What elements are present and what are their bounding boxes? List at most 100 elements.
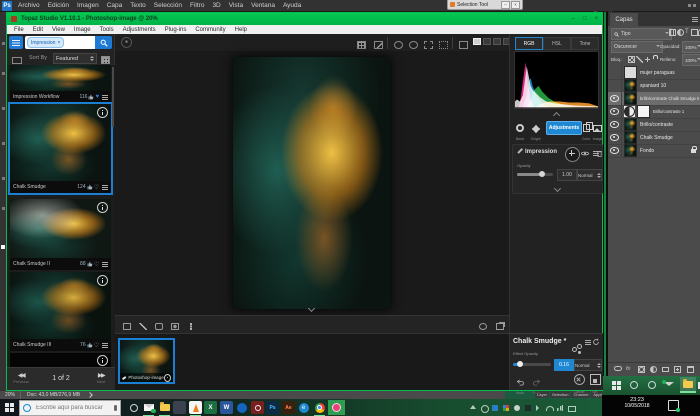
taskbar-search[interactable]	[19, 400, 121, 416]
filter-type-text-icon[interactable]: T	[685, 29, 689, 35]
menu-imagen[interactable]: Imagen	[77, 2, 99, 9]
chevron-down-icon[interactable]	[554, 185, 561, 192]
visibility-toggle[interactable]	[608, 118, 622, 131]
fx-icon[interactable]: fx	[626, 366, 630, 372]
favorite-heart-icon[interactable]: ♡	[94, 184, 99, 191]
opacity-slider[interactable]	[517, 173, 553, 176]
preset-menu-icon[interactable]	[102, 185, 108, 190]
add-mask-icon[interactable]	[638, 366, 645, 373]
layer-thumbnail[interactable]	[624, 118, 637, 131]
split-view-icon[interactable]	[493, 38, 501, 45]
tray-app-icon[interactable]	[492, 405, 498, 411]
menu-ventana[interactable]: Ventana	[251, 2, 275, 9]
menu-image[interactable]: Image	[74, 27, 91, 33]
adjustment-layer-icon[interactable]	[624, 106, 635, 117]
slider-thumb[interactable]	[539, 171, 545, 177]
menu-vista[interactable]: Vista	[229, 2, 243, 9]
blend-mode-select[interactable]: Oscurecer	[611, 41, 663, 53]
excel-button[interactable]: X	[204, 401, 217, 414]
menu-icon[interactable]	[585, 340, 591, 345]
redo-button[interactable]: Redo	[529, 373, 543, 395]
effect-blend-select[interactable]: Normal	[574, 359, 602, 371]
minimize-icon[interactable]: –	[572, 16, 575, 22]
photoshop-button[interactable]: Ps	[266, 401, 279, 414]
menu-filtro[interactable]: Filtro	[190, 2, 204, 9]
adjustments-button[interactable]: Adjustments	[546, 121, 582, 135]
layer-mask-thumbnail[interactable]	[637, 105, 650, 118]
fill-value-select[interactable]: 100%	[682, 54, 700, 66]
app-window-button[interactable]	[173, 401, 186, 414]
adjustment-icon[interactable]	[650, 366, 657, 373]
pager-next-button[interactable]: ▶▶ Next	[91, 372, 111, 384]
tab-tone[interactable]: Tone	[571, 37, 599, 50]
layer-row[interactable]: Chalk Smudge	[608, 131, 700, 145]
zoom-level[interactable]: 20%	[0, 391, 21, 399]
panel-menu-icon[interactable]	[692, 17, 698, 22]
minimize-icon[interactable]: –	[501, 1, 510, 9]
panel-dot-icon[interactable]	[693, 4, 696, 7]
favorite-heart-icon[interactable]: ♡	[94, 342, 99, 349]
scrollbar[interactable]	[112, 67, 114, 127]
tab-selection[interactable]: Selection	[550, 390, 570, 398]
search-input[interactable]	[34, 404, 108, 412]
tray-expand-icon[interactable]	[470, 405, 476, 409]
trash-icon[interactable]	[597, 150, 602, 157]
new-layer-icon[interactable]	[674, 366, 681, 373]
tag-close-icon[interactable]: ×	[57, 40, 60, 46]
menu-texto[interactable]: Texto	[130, 2, 146, 9]
menu-community[interactable]: Community	[195, 27, 225, 33]
menu-seleccion[interactable]: Selección	[154, 2, 182, 9]
taskbar-app-icon[interactable]	[630, 381, 638, 389]
layer-thumbnail[interactable]	[624, 131, 637, 144]
layer-row[interactable]: Brillo/contraste 1	[608, 105, 700, 119]
effect-opacity-value[interactable]: 0.16	[554, 359, 574, 371]
tab-hsl[interactable]: HSL	[543, 37, 571, 50]
tray-volume-icon[interactable]	[536, 405, 539, 411]
menu-capa[interactable]: Capa	[107, 2, 123, 9]
split-view-icon[interactable]	[483, 38, 491, 45]
filter-adjustment-icon[interactable]	[677, 29, 684, 36]
layer-row[interactable]: spaniard 10	[608, 79, 700, 93]
menu-adjustments[interactable]: Adjustments	[123, 27, 156, 33]
favorite-heart-icon[interactable]: ♡	[94, 261, 99, 268]
mail-app-button[interactable]	[142, 401, 155, 414]
layer-thumbnail[interactable]	[624, 66, 637, 79]
menu-3d[interactable]: 3D	[212, 2, 220, 9]
favorite-heart-icon[interactable]: ♥	[95, 94, 99, 100]
file-explorer-button[interactable]	[158, 401, 171, 414]
layer-thumbnail[interactable]	[624, 92, 637, 105]
undo-button[interactable]: Undo	[513, 373, 527, 395]
share-icon[interactable]	[572, 344, 580, 352]
chevron-right-icon[interactable]	[87, 392, 93, 398]
stepper-icon[interactable]	[90, 54, 94, 63]
collapse-chevron-icon[interactable]	[553, 112, 560, 119]
maximize-icon[interactable]: □	[583, 16, 587, 22]
filter-pixel-icon[interactable]	[669, 29, 676, 36]
layer-row-selected[interactable]: brillo/contraste Chalk Smudge II	[608, 92, 700, 106]
tray-defender-icon[interactable]	[503, 405, 509, 411]
stepper-icon[interactable]	[597, 361, 601, 370]
color-button[interactable]: Color	[580, 119, 592, 141]
group-folder-icon[interactable]	[662, 367, 669, 372]
clock[interactable]: 23:23 10/05/2018	[614, 397, 660, 409]
visibility-toggle[interactable]	[608, 79, 622, 92]
vlc-button[interactable]	[189, 401, 202, 414]
cancel-button[interactable]: Cancel	[572, 372, 586, 394]
tray-battery-icon[interactable]	[568, 406, 576, 412]
word-button[interactable]: W	[220, 401, 233, 414]
selection-tool-window[interactable]: Selection Tool – ×	[447, 0, 523, 10]
preset-menu-icon[interactable]	[102, 262, 108, 267]
trash-icon[interactable]	[687, 366, 694, 373]
visibility-toggle[interactable]	[608, 131, 622, 144]
visibility-toggle[interactable]	[608, 92, 622, 105]
visibility-toggle[interactable]	[608, 144, 622, 157]
tray-wifi-icon[interactable]	[546, 406, 554, 411]
menu-tools[interactable]: Tools	[100, 27, 114, 33]
link-icon[interactable]	[614, 366, 622, 371]
app-button[interactable]	[235, 401, 248, 414]
thumbs-up-icon[interactable]	[87, 261, 93, 267]
layer-row[interactable]: mujer paraguas	[608, 66, 700, 80]
panel-dot-icon[interactable]	[688, 4, 691, 7]
menu-archivo[interactable]: Archivo	[18, 2, 40, 9]
info-icon[interactable]	[97, 202, 108, 213]
